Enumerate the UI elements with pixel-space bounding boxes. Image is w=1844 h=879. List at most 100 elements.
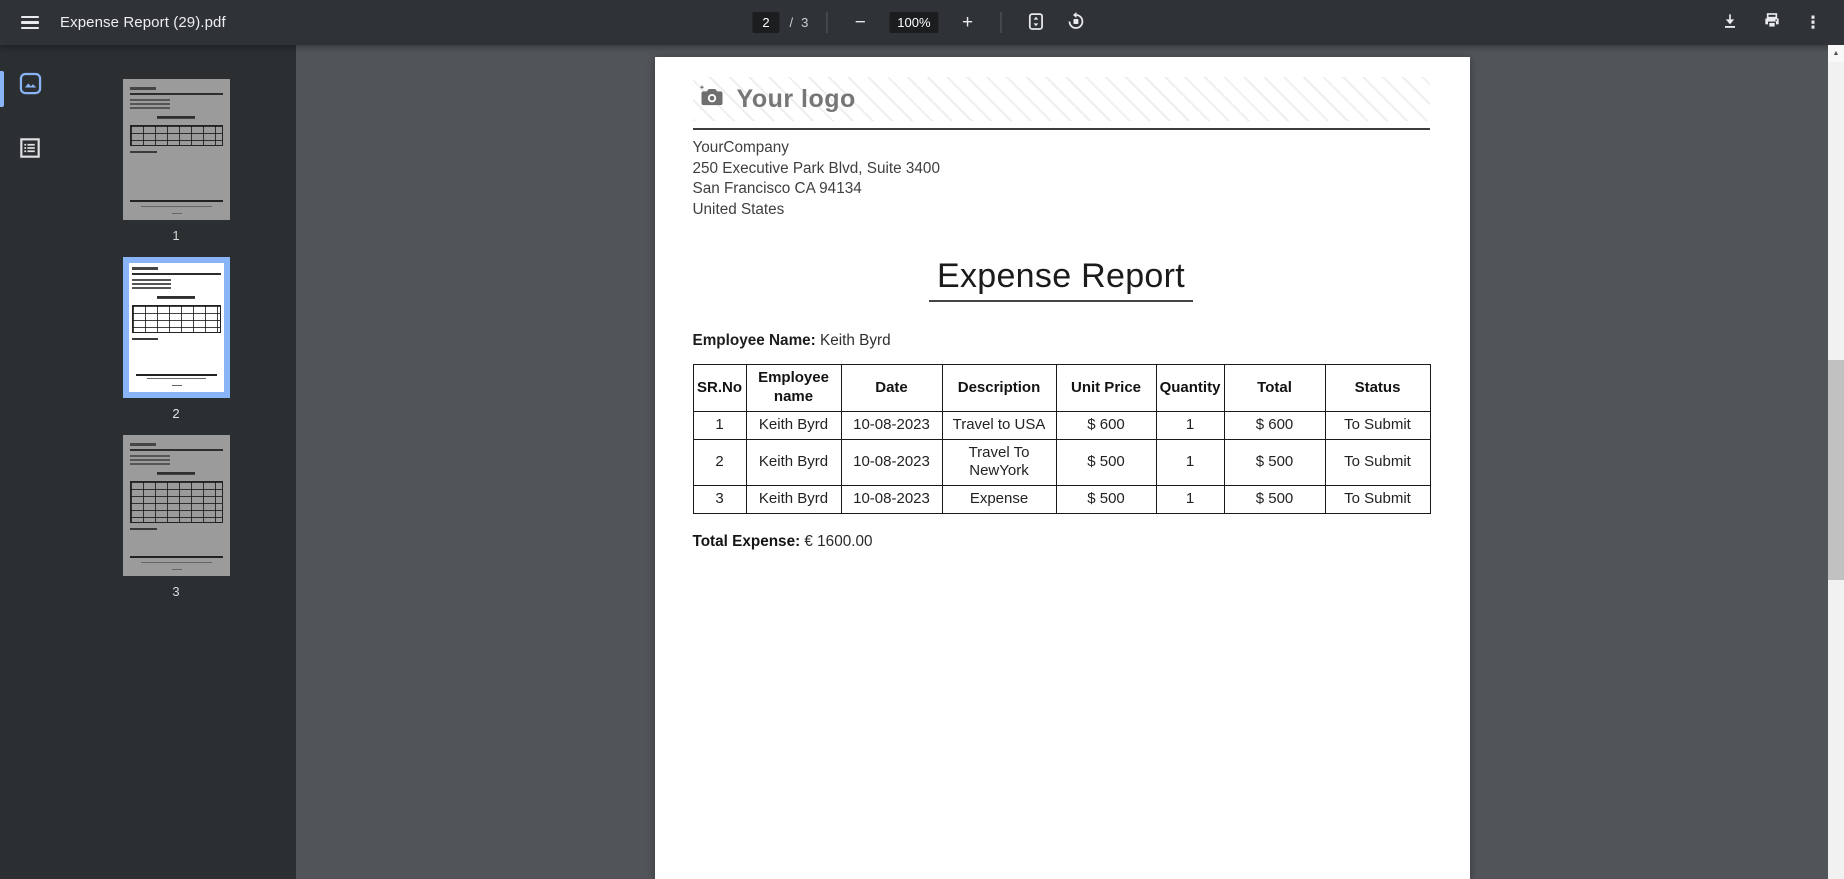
cell-description: Travel to USA [942, 411, 1056, 439]
download-icon [1720, 11, 1740, 34]
pdf-page: Your logo YourCompany 250 Executive Park… [655, 57, 1470, 879]
menu-icon [21, 16, 39, 30]
col-header-date: Date [841, 365, 942, 412]
cell-total: $ 600 [1224, 411, 1325, 439]
rotate-icon [1065, 11, 1086, 35]
rotate-button[interactable] [1060, 7, 1092, 39]
fit-page-icon [1025, 11, 1046, 35]
download-button[interactable] [1714, 7, 1746, 39]
thumbnail-label: 3 [172, 584, 179, 599]
print-icon [1762, 11, 1782, 34]
document-title: Expense Report (29).pdf [60, 14, 226, 31]
cell-total: $ 500 [1224, 439, 1325, 486]
thumbnail-preview [123, 435, 230, 576]
col-header-description: Description [942, 365, 1056, 412]
sidebar: 1 2 3 [0, 45, 296, 879]
company-name: YourCompany [693, 138, 1430, 159]
cell-date: 10-08-2023 [841, 411, 942, 439]
scroll-up-button[interactable]: ▲ [1828, 45, 1844, 62]
thumbnails-view-icon [17, 70, 44, 100]
employee-name: Keith Byrd [820, 332, 891, 349]
thumbnail-label: 2 [172, 406, 179, 421]
col-header-status: Status [1325, 365, 1430, 412]
thumbnail-page-1[interactable]: 1 [123, 79, 230, 257]
thumbnail-page-3[interactable]: 3 [123, 435, 230, 613]
total-expense-label: Total Expense: [693, 533, 801, 550]
cell-date: 10-08-2023 [841, 486, 942, 514]
page-number-input[interactable] [752, 12, 779, 33]
thumbnails-view-button[interactable] [12, 67, 48, 103]
cell-quantity: 1 [1156, 411, 1224, 439]
col-header-srno: SR.No [693, 365, 746, 412]
thumbnail-page-2[interactable]: 2 [123, 257, 230, 435]
toolbar-left: Expense Report (29).pdf [0, 7, 226, 39]
cell-status: To Submit [1325, 411, 1430, 439]
cell-employee: Keith Byrd [746, 411, 841, 439]
more-options-button[interactable]: ⋮ [1798, 8, 1828, 38]
company-street: 250 Executive Park Blvd, Suite 3400 [693, 159, 1430, 180]
col-header-total: Total [1224, 365, 1325, 412]
thumbnail-list: 1 2 3 [56, 45, 296, 879]
col-header-employee: Employee name [746, 365, 841, 412]
fit-page-button[interactable] [1020, 7, 1052, 39]
print-button[interactable] [1756, 7, 1788, 39]
col-header-quantity: Quantity [1156, 365, 1224, 412]
cell-unit-price: $ 500 [1056, 439, 1156, 486]
cell-status: To Submit [1325, 439, 1430, 486]
table-row: 2 Keith Byrd 10-08-2023 Travel To NewYor… [693, 439, 1430, 486]
cell-unit-price: $ 500 [1056, 486, 1156, 514]
cell-quantity: 1 [1156, 486, 1224, 514]
table-header-row: SR.No Employee name Date Description Uni… [693, 365, 1430, 412]
zoom-level[interactable]: 100% [889, 12, 938, 33]
toolbar-divider [1001, 12, 1002, 33]
total-expense-line: Total Expense: € 1600.00 [693, 533, 1430, 551]
cell-employee: Keith Byrd [746, 486, 841, 514]
report-title-wrap: Expense Report [693, 257, 1430, 302]
scroll-up-icon: ▲ [1833, 50, 1840, 57]
toolbar-divider [826, 12, 827, 33]
thumbnail-label: 1 [172, 228, 179, 243]
cell-total: $ 500 [1224, 486, 1325, 514]
table-row: 3 Keith Byrd 10-08-2023 Expense $ 500 1 … [693, 486, 1430, 514]
col-header-unit-price: Unit Price [1056, 365, 1156, 412]
pdf-toolbar: Expense Report (29).pdf / 3 − 100% + [0, 0, 1844, 45]
employee-label: Employee Name: [693, 332, 816, 349]
cell-description: Expense [942, 486, 1056, 514]
cell-srno: 1 [693, 411, 746, 439]
active-view-indicator [0, 71, 4, 107]
cell-srno: 2 [693, 439, 746, 486]
company-city: San Francisco CA 94134 [693, 179, 1430, 200]
cell-srno: 3 [693, 486, 746, 514]
cell-status: To Submit [1325, 486, 1430, 514]
logo-text: Your logo [737, 85, 856, 114]
table-row: 1 Keith Byrd 10-08-2023 Travel to USA $ … [693, 411, 1430, 439]
viewer-area: Your logo YourCompany 250 Executive Park… [296, 45, 1828, 879]
thumbnail-preview [123, 79, 230, 220]
header-rule [693, 128, 1430, 130]
cell-date: 10-08-2023 [841, 439, 942, 486]
page-separator: / [789, 15, 793, 30]
toolbar-center: / 3 − 100% + [752, 0, 1091, 45]
employee-line: Employee Name: Keith Byrd [693, 332, 1430, 350]
cell-description: Travel To NewYork [942, 439, 1056, 486]
outline-view-button[interactable] [12, 131, 48, 167]
scrollbar-thumb[interactable] [1828, 360, 1844, 580]
vertical-scrollbar[interactable]: ▲ [1828, 45, 1844, 879]
total-expense-value: € 1600.00 [804, 533, 872, 550]
zoom-out-button[interactable]: − [845, 8, 875, 38]
report-title: Expense Report [929, 257, 1193, 302]
page-count: 3 [801, 15, 808, 30]
company-address: YourCompany 250 Executive Park Blvd, Sui… [693, 138, 1430, 220]
zoom-in-button[interactable]: + [953, 8, 983, 38]
cell-unit-price: $ 600 [1056, 411, 1156, 439]
sidebar-icon-rail [12, 67, 48, 167]
outline-view-icon [17, 135, 43, 164]
cell-employee: Keith Byrd [746, 439, 841, 486]
thumbnail-preview [123, 257, 230, 398]
cell-quantity: 1 [1156, 439, 1224, 486]
menu-button[interactable] [14, 7, 46, 39]
company-country: United States [693, 200, 1430, 221]
toolbar-right: ⋮ [1714, 0, 1828, 45]
logo-placeholder: Your logo [693, 77, 1430, 121]
camera-icon [697, 83, 727, 116]
